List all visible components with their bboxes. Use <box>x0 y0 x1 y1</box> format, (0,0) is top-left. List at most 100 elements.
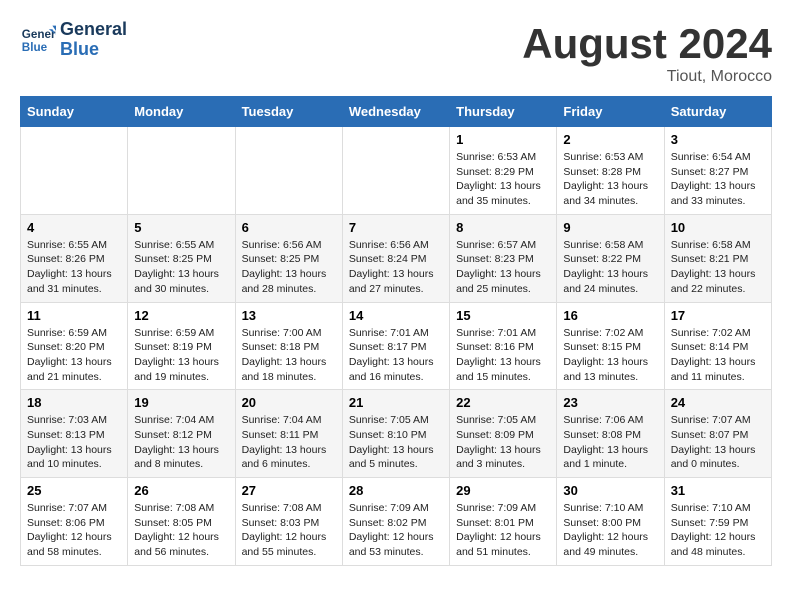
calendar-cell: 29 Sunrise: 7:09 AM Sunset: 8:01 PM Dayli… <box>450 478 557 566</box>
calendar-cell: 4Sunrise: 6:55 AM Sunset: 8:26 PM Daylig… <box>21 214 128 302</box>
day-number: 15 <box>456 308 550 323</box>
day-number: 14 <box>349 308 443 323</box>
calendar-cell: 12 Sunrise: 6:59 AM Sunset: 8:19 PM Dayli… <box>128 302 235 390</box>
day-number: 10 <box>671 220 765 235</box>
day-info: Sunrise: 7:01 AM Sunset: 8:16 PM Dayligh… <box>456 326 550 385</box>
day-info: Sunrise: 7:10 AM Sunset: 7:59 PM Dayligh… <box>671 501 765 560</box>
month-title: August 2024 <box>522 20 772 68</box>
day-number: 28 <box>349 483 443 498</box>
calendar-week-row: 18 Sunrise: 7:03 AM Sunset: 8:13 PM Dayli… <box>21 390 772 478</box>
calendar-cell: 26Sunrise: 7:08 AM Sunset: 8:05 PM Dayli… <box>128 478 235 566</box>
day-number: 18 <box>27 395 121 410</box>
day-number: 26 <box>134 483 228 498</box>
day-info: Sunrise: 6:56 AM Sunset: 8:25 PM Dayligh… <box>242 238 336 297</box>
calendar-cell: 13 Sunrise: 7:00 AM Sunset: 8:18 PM Dayli… <box>235 302 342 390</box>
calendar-cell: 20Sunrise: 7:04 AM Sunset: 8:11 PM Dayli… <box>235 390 342 478</box>
svg-text:Blue: Blue <box>22 41 48 54</box>
calendar-cell: 10Sunrise: 6:58 AM Sunset: 8:21 PM Dayli… <box>664 214 771 302</box>
day-info: Sunrise: 6:56 AM Sunset: 8:24 PM Dayligh… <box>349 238 443 297</box>
calendar-cell: 1 Sunrise: 6:53 AM Sunset: 8:29 PM Daylig… <box>450 127 557 215</box>
day-number: 29 <box>456 483 550 498</box>
calendar-cell: 23Sunrise: 7:06 AM Sunset: 8:08 PM Dayli… <box>557 390 664 478</box>
calendar-cell: 2Sunrise: 6:53 AM Sunset: 8:28 PM Daylig… <box>557 127 664 215</box>
calendar-cell: 31 Sunrise: 7:10 AM Sunset: 7:59 PM Dayli… <box>664 478 771 566</box>
calendar-cell: 25 Sunrise: 7:07 AM Sunset: 8:06 PM Dayli… <box>21 478 128 566</box>
calendar-cell: 24 Sunrise: 7:07 AM Sunset: 8:07 PM Dayli… <box>664 390 771 478</box>
calendar-cell: 3 Sunrise: 6:54 AM Sunset: 8:27 PM Daylig… <box>664 127 771 215</box>
weekday-header-row: SundayMondayTuesdayWednesdayThursdayFrid… <box>21 97 772 127</box>
day-info: Sunrise: 7:00 AM Sunset: 8:18 PM Dayligh… <box>242 326 336 385</box>
calendar-table: SundayMondayTuesdayWednesdayThursdayFrid… <box>20 96 772 566</box>
logo-text: General Blue <box>60 20 127 60</box>
weekday-header-friday: Friday <box>557 97 664 127</box>
weekday-header-tuesday: Tuesday <box>235 97 342 127</box>
day-info: Sunrise: 7:07 AM Sunset: 8:07 PM Dayligh… <box>671 413 765 472</box>
day-info: Sunrise: 6:53 AM Sunset: 8:29 PM Dayligh… <box>456 150 550 209</box>
day-number: 22 <box>456 395 550 410</box>
calendar-cell <box>235 127 342 215</box>
day-number: 12 <box>134 308 228 323</box>
day-info: Sunrise: 6:53 AM Sunset: 8:28 PM Dayligh… <box>563 150 657 209</box>
calendar-week-row: 4Sunrise: 6:55 AM Sunset: 8:26 PM Daylig… <box>21 214 772 302</box>
day-number: 7 <box>349 220 443 235</box>
day-number: 1 <box>456 132 550 147</box>
day-info: Sunrise: 7:09 AM Sunset: 8:01 PM Dayligh… <box>456 501 550 560</box>
calendar-cell: 28 Sunrise: 7:09 AM Sunset: 8:02 PM Dayli… <box>342 478 449 566</box>
day-number: 4 <box>27 220 121 235</box>
day-number: 24 <box>671 395 765 410</box>
day-number: 11 <box>27 308 121 323</box>
logo-icon: General Blue <box>20 22 56 58</box>
calendar-cell: 27Sunrise: 7:08 AM Sunset: 8:03 PM Dayli… <box>235 478 342 566</box>
day-info: Sunrise: 7:09 AM Sunset: 8:02 PM Dayligh… <box>349 501 443 560</box>
logo: General Blue General Blue <box>20 20 127 60</box>
day-number: 21 <box>349 395 443 410</box>
day-number: 30 <box>563 483 657 498</box>
weekday-header-wednesday: Wednesday <box>342 97 449 127</box>
logo-general: General <box>60 20 127 40</box>
calendar-cell: 5 Sunrise: 6:55 AM Sunset: 8:25 PM Daylig… <box>128 214 235 302</box>
calendar-cell <box>128 127 235 215</box>
day-number: 16 <box>563 308 657 323</box>
calendar-cell: 14 Sunrise: 7:01 AM Sunset: 8:17 PM Dayli… <box>342 302 449 390</box>
calendar-cell: 7 Sunrise: 6:56 AM Sunset: 8:24 PM Daylig… <box>342 214 449 302</box>
calendar-cell: 22Sunrise: 7:05 AM Sunset: 8:09 PM Dayli… <box>450 390 557 478</box>
day-number: 17 <box>671 308 765 323</box>
day-info: Sunrise: 7:10 AM Sunset: 8:00 PM Dayligh… <box>563 501 657 560</box>
day-number: 27 <box>242 483 336 498</box>
day-info: Sunrise: 6:55 AM Sunset: 8:25 PM Dayligh… <box>134 238 228 297</box>
day-number: 25 <box>27 483 121 498</box>
day-number: 13 <box>242 308 336 323</box>
day-info: Sunrise: 6:59 AM Sunset: 8:20 PM Dayligh… <box>27 326 121 385</box>
page-header: General Blue General Blue August 2024 Ti… <box>20 20 772 86</box>
day-info: Sunrise: 7:04 AM Sunset: 8:11 PM Dayligh… <box>242 413 336 472</box>
calendar-cell <box>342 127 449 215</box>
calendar-cell: 19 Sunrise: 7:04 AM Sunset: 8:12 PM Dayli… <box>128 390 235 478</box>
calendar-cell: 18 Sunrise: 7:03 AM Sunset: 8:13 PM Dayli… <box>21 390 128 478</box>
day-info: Sunrise: 7:04 AM Sunset: 8:12 PM Dayligh… <box>134 413 228 472</box>
day-number: 6 <box>242 220 336 235</box>
day-info: Sunrise: 7:07 AM Sunset: 8:06 PM Dayligh… <box>27 501 121 560</box>
day-number: 5 <box>134 220 228 235</box>
day-info: Sunrise: 6:57 AM Sunset: 8:23 PM Dayligh… <box>456 238 550 297</box>
day-info: Sunrise: 7:05 AM Sunset: 8:10 PM Dayligh… <box>349 413 443 472</box>
logo-blue: Blue <box>60 40 127 60</box>
calendar-cell: 17Sunrise: 7:02 AM Sunset: 8:14 PM Dayli… <box>664 302 771 390</box>
day-info: Sunrise: 7:03 AM Sunset: 8:13 PM Dayligh… <box>27 413 121 472</box>
day-number: 9 <box>563 220 657 235</box>
day-number: 3 <box>671 132 765 147</box>
location: Tiout, Morocco <box>522 68 772 86</box>
day-info: Sunrise: 6:54 AM Sunset: 8:27 PM Dayligh… <box>671 150 765 209</box>
calendar-week-row: 11 Sunrise: 6:59 AM Sunset: 8:20 PM Dayli… <box>21 302 772 390</box>
day-number: 19 <box>134 395 228 410</box>
day-info: Sunrise: 6:58 AM Sunset: 8:22 PM Dayligh… <box>563 238 657 297</box>
calendar-cell: 11 Sunrise: 6:59 AM Sunset: 8:20 PM Dayli… <box>21 302 128 390</box>
day-info: Sunrise: 7:06 AM Sunset: 8:08 PM Dayligh… <box>563 413 657 472</box>
day-number: 8 <box>456 220 550 235</box>
day-info: Sunrise: 6:59 AM Sunset: 8:19 PM Dayligh… <box>134 326 228 385</box>
calendar-week-row: 1 Sunrise: 6:53 AM Sunset: 8:29 PM Daylig… <box>21 127 772 215</box>
day-info: Sunrise: 7:01 AM Sunset: 8:17 PM Dayligh… <box>349 326 443 385</box>
weekday-header-saturday: Saturday <box>664 97 771 127</box>
day-number: 31 <box>671 483 765 498</box>
weekday-header-sunday: Sunday <box>21 97 128 127</box>
calendar-cell: 6 Sunrise: 6:56 AM Sunset: 8:25 PM Daylig… <box>235 214 342 302</box>
